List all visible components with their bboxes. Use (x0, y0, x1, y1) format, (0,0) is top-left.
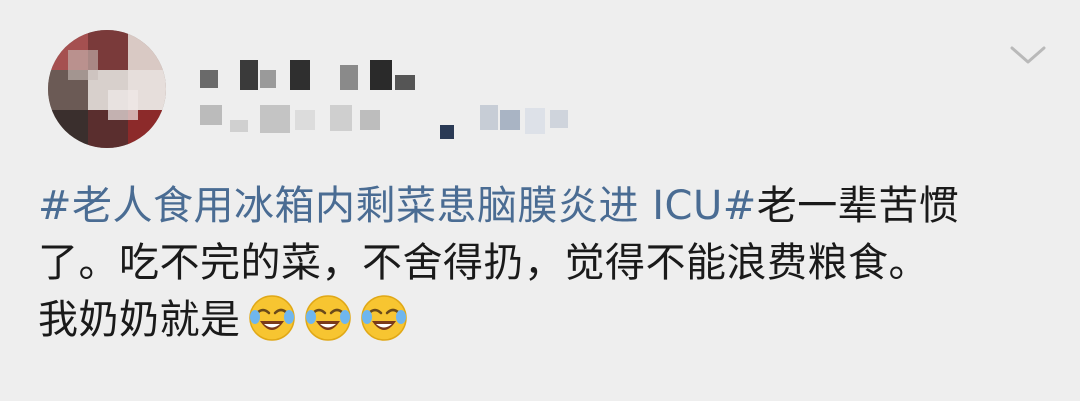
avatar[interactable] (48, 30, 166, 148)
laughing-crying-emoji-icon (303, 293, 353, 343)
post-card: #老人食用冰箱内剩菜患脑膜炎进 ICU#老一辈苦惯 了。吃不完的菜，不舍得扔，觉… (0, 0, 1080, 401)
laughing-crying-emoji-icon (359, 293, 409, 343)
post-text: #老人食用冰箱内剩菜患脑膜炎进 ICU#老一辈苦惯 了。吃不完的菜，不舍得扔，觉… (38, 178, 1048, 349)
post-text-segment: 我奶奶就是 (38, 297, 241, 343)
post-line-2: 了。吃不完的菜，不舍得扔，觉得不能浪费粮食。 (38, 240, 929, 286)
hashtag-link[interactable]: #老人食用冰箱内剩菜患脑膜炎进 ICU# (38, 183, 757, 229)
pixelated-username-icon (200, 60, 568, 139)
laughing-crying-emoji-icon (247, 293, 297, 343)
chevron-down-icon[interactable] (1008, 40, 1048, 70)
pixelated-avatar-icon (48, 30, 166, 148)
post-text-segment: 老一辈苦惯 (756, 183, 960, 229)
post-line-1: #老人食用冰箱内剩菜患脑膜炎进 ICU#老一辈苦惯 (38, 178, 1048, 235)
post-line-3: 我奶奶就是 (38, 292, 1048, 349)
pixelated-username[interactable] (200, 50, 580, 150)
